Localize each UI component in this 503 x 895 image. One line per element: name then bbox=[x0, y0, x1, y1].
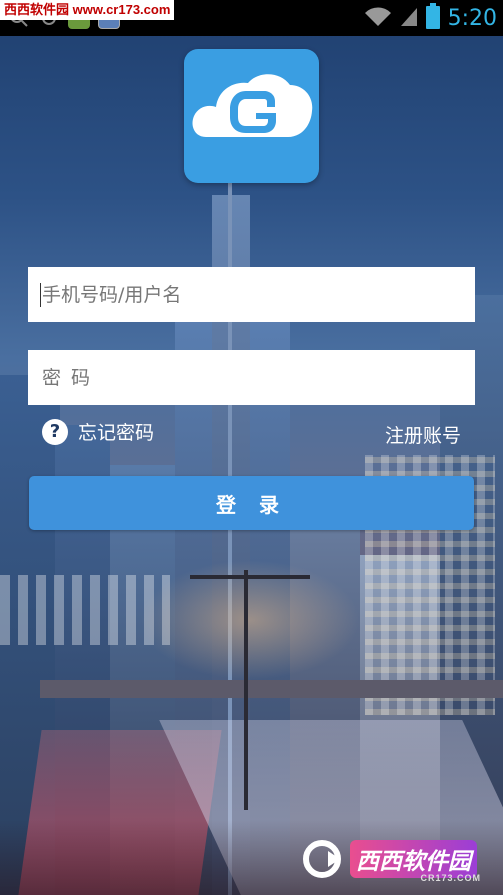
wifi-icon bbox=[364, 5, 392, 31]
forgot-password-label: 忘记密码 bbox=[78, 422, 155, 444]
app-logo bbox=[184, 49, 319, 183]
help-question-icon: ? bbox=[42, 418, 68, 445]
status-clock: 5:20 bbox=[447, 5, 497, 31]
cloud-g-logo-icon bbox=[192, 74, 313, 137]
status-bar: 西西软件园 www.cr173.com 5:20 bbox=[0, 0, 503, 36]
login-button[interactable]: 登 录 bbox=[29, 476, 474, 530]
watermark-logo-icon bbox=[303, 840, 341, 878]
text-cursor bbox=[40, 283, 41, 307]
forgot-password-link[interactable]: ? 忘记密码 bbox=[42, 418, 154, 445]
watermark-top: 西西软件园 www.cr173.com bbox=[0, 0, 175, 20]
battery-icon bbox=[425, 3, 440, 33]
signal-icon bbox=[400, 5, 418, 31]
watermark-domain: CR173.COM bbox=[420, 873, 481, 883]
register-link[interactable]: 注册账号 bbox=[385, 421, 461, 448]
username-input[interactable] bbox=[28, 267, 475, 322]
watermark-bottom: 西西软件园 CR173.COM bbox=[302, 837, 487, 883]
password-input[interactable] bbox=[28, 350, 475, 405]
